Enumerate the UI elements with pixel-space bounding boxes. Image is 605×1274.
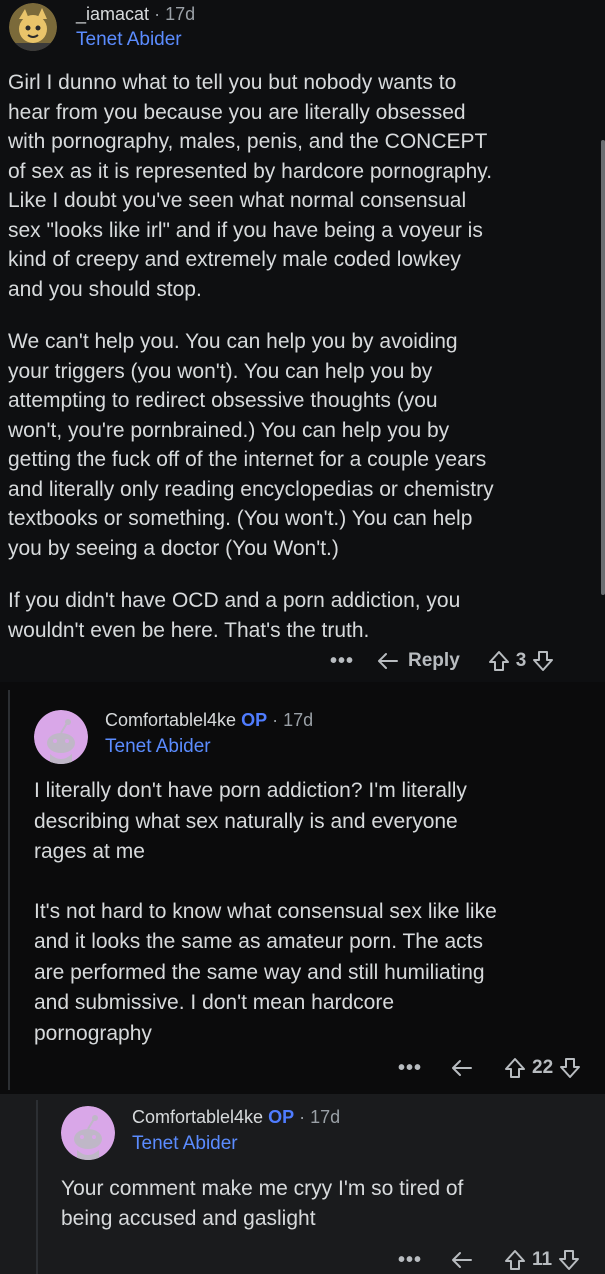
thread-line-2[interactable] (36, 1100, 38, 1274)
scrollbar[interactable] (601, 140, 605, 595)
reply-arrow-icon (452, 1252, 473, 1268)
comment-paragraph: We can't help you. You can help you by a… (8, 330, 494, 560)
downvote-button[interactable] (559, 1057, 581, 1079)
upvote-arrow-icon (488, 651, 509, 671)
downvote-button[interactable] (532, 650, 554, 672)
username-link[interactable]: _iamacat (76, 4, 149, 24)
user-flair: Tenet Abider (132, 1133, 238, 1154)
reply-arrow-icon (452, 1060, 473, 1076)
comment-paragraph: Your comment make me cryy I'm so tired o… (61, 1177, 464, 1230)
comment-header: _iamacat · 17d (76, 4, 195, 25)
vote-count: 22 (532, 1057, 554, 1078)
comment-body: Your comment make me cryy I'm so tired o… (61, 1174, 601, 1234)
comment-header: Comfortablel4ke OP · 17d (132, 1107, 340, 1128)
comment-header: Comfortablel4ke OP · 17d (105, 710, 313, 731)
user-flair: Tenet Abider (105, 736, 211, 757)
downvote-arrow-icon (533, 651, 554, 671)
avatar[interactable] (61, 1106, 115, 1160)
reply-button[interactable]: Reply (376, 650, 460, 672)
comment-paragraph: Girl I dunno what to tell you but nobody… (8, 71, 493, 301)
vote-count: 3 (515, 650, 527, 671)
more-options-button[interactable]: ••• (398, 1249, 422, 1272)
vote-count: 11 (532, 1249, 553, 1270)
reply-arrow-icon (378, 653, 399, 669)
downvote-button[interactable] (558, 1249, 580, 1271)
comment-paragraph: I literally don't have porn addiction? I… (34, 779, 467, 863)
user-flair: Tenet Abider (76, 29, 182, 50)
snoo-avatar-icon (34, 710, 88, 764)
comment-actions: ••• 11 (398, 1246, 580, 1274)
comment-body: I literally don't have porn addiction? I… (34, 776, 604, 1049)
reply-button[interactable] (450, 1058, 474, 1078)
comment-body: Girl I dunno what to tell you but nobody… (8, 68, 593, 645)
upvote-arrow-icon (505, 1250, 526, 1270)
timestamp: 17d (310, 1107, 341, 1127)
reply-button[interactable] (450, 1250, 474, 1270)
timestamp: 17d (165, 4, 196, 24)
cat-avatar-icon (9, 3, 57, 51)
upvote-button[interactable] (488, 650, 510, 672)
downvote-arrow-icon (559, 1250, 580, 1270)
avatar[interactable] (34, 710, 88, 764)
upvote-button[interactable] (504, 1057, 526, 1079)
comment-actions: ••• Reply 3 (330, 647, 554, 675)
avatar[interactable] (9, 3, 57, 51)
downvote-arrow-icon (560, 1058, 581, 1078)
comment-paragraph: If you didn't have OCD and a porn addict… (8, 589, 461, 642)
separator-dot: · (154, 4, 161, 24)
username-link[interactable]: Comfortablel4ke (132, 1107, 263, 1127)
snoo-avatar-icon (61, 1106, 115, 1160)
upvote-button[interactable] (504, 1249, 526, 1271)
comment-actions: ••• 22 (398, 1054, 581, 1082)
op-badge: OP (268, 1107, 295, 1127)
more-options-button[interactable]: ••• (330, 650, 354, 673)
separator-dot: · (272, 710, 279, 730)
username-link[interactable]: Comfortablel4ke (105, 710, 236, 730)
thread-line-1[interactable] (8, 690, 10, 1090)
separator-dot: · (299, 1107, 306, 1127)
op-badge: OP (241, 710, 268, 730)
timestamp: 17d (283, 710, 314, 730)
comment-paragraph: It's not hard to know what consensual se… (34, 899, 497, 1045)
more-options-button[interactable]: ••• (398, 1057, 422, 1080)
upvote-arrow-icon (505, 1058, 526, 1078)
